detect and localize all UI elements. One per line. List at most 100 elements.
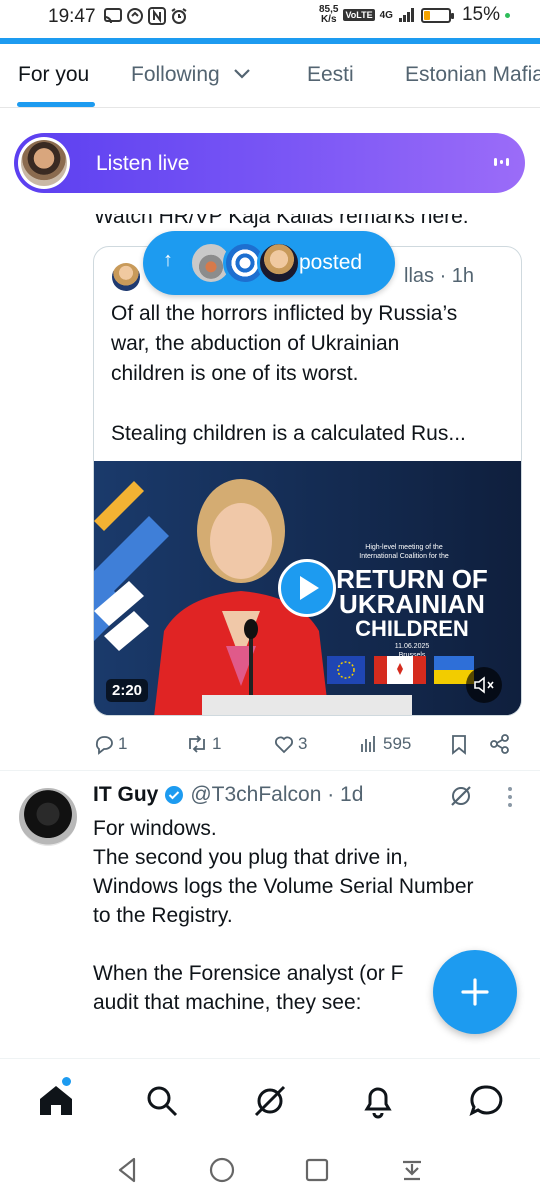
- repost-count: 1: [212, 734, 222, 753]
- back-icon[interactable]: [114, 1156, 142, 1184]
- plus-icon: [461, 978, 489, 1006]
- author-handle-time: @T3chFalcon · 1d: [190, 783, 364, 806]
- grok-icon: [254, 1085, 286, 1117]
- system-indicators: 85,5 K/s VoLTE 4G 15%: [319, 4, 510, 26]
- status-time: 19:47: [48, 6, 96, 27]
- repost-button[interactable]: 1: [185, 733, 221, 755]
- bookmark-icon: [452, 735, 466, 755]
- reply-count: 1: [118, 734, 128, 753]
- net-speed: 85,5 K/s: [319, 5, 338, 25]
- net-speed-unit: K/s: [320, 14, 337, 25]
- system-navigation: [0, 1142, 540, 1200]
- video-player[interactable]: High-level meeting of the International …: [94, 461, 521, 715]
- tab-eesti[interactable]: Eesti: [307, 63, 354, 87]
- audio-equalizer-icon: [494, 158, 509, 166]
- share-button[interactable]: [489, 733, 511, 755]
- more-options-icon[interactable]: [505, 785, 515, 809]
- privacy-dot-icon: [505, 12, 510, 18]
- listen-live-bar[interactable]: Listen live: [14, 133, 525, 193]
- chevron-down-icon: [233, 69, 250, 79]
- post-actions: 1 1 3 595: [93, 733, 523, 757]
- hide-navbar-icon[interactable]: [398, 1156, 426, 1184]
- post-header: IT Guy @T3chFalcon · 1d: [93, 783, 363, 807]
- post-divider: [0, 770, 540, 771]
- reply-button[interactable]: 1: [93, 733, 127, 755]
- quoted-handle-time: llas · 1h: [404, 265, 475, 287]
- banner-date: 11.06.2025: [395, 643, 430, 650]
- network-type: 4G: [379, 9, 393, 21]
- tab-following-label: Following: [131, 63, 220, 86]
- share-icon: [490, 734, 509, 754]
- home-icon: [40, 1086, 72, 1115]
- battery-percent: 15%: [461, 4, 500, 25]
- post-text-partial: Watch HR/VP Kaja Kallas remarks here:: [94, 205, 469, 228]
- bottom-navigation: [0, 1058, 540, 1142]
- home-circle-icon[interactable]: [208, 1156, 236, 1184]
- video-duration: 2:20: [106, 679, 149, 702]
- post-author-avatar[interactable]: [19, 788, 77, 846]
- nfc-icon: [148, 7, 166, 25]
- tab-for-you[interactable]: For you: [18, 63, 89, 87]
- quoted-text-line: Of all the horrors inflicted by Russia’s: [111, 302, 458, 325]
- volume-muted-icon: [474, 676, 494, 694]
- battery-icon: [420, 7, 454, 23]
- verified-badge-icon: [165, 786, 184, 804]
- quoted-text-line: children is one of its worst.: [111, 362, 359, 385]
- post-text-line: For windows.: [93, 817, 217, 840]
- nav-grok[interactable]: [250, 1081, 290, 1121]
- banner-title: UKRAINIAN: [339, 589, 485, 619]
- nav-home[interactable]: [36, 1077, 76, 1121]
- banner-small-text: High-level meeting of the: [365, 544, 443, 551]
- views-button[interactable]: 595: [358, 733, 411, 755]
- arrow-up-icon: ↑: [163, 249, 173, 271]
- quoted-avatar: [112, 263, 140, 291]
- active-tab-indicator: [17, 102, 95, 107]
- banner-title: CHILDREN: [355, 616, 469, 641]
- heart-icon: [275, 736, 293, 754]
- notification-icons: [100, 7, 188, 25]
- like-count: 3: [298, 734, 308, 753]
- like-button[interactable]: 3: [273, 733, 307, 755]
- new-posts-pill[interactable]: ↑ posted: [143, 231, 395, 295]
- bell-icon: [364, 1087, 392, 1119]
- timeline-tabs: For you Following Eesti Estonian Mafia: [0, 44, 540, 108]
- compose-button[interactable]: [433, 950, 517, 1034]
- tab-estonian-mafia[interactable]: Estonian Mafia: [405, 63, 540, 87]
- status-bar: 19:47 85,5 K/s VoLTE 4G 15%: [0, 0, 540, 36]
- quoted-text-line: war, the abduction of Ukrainian: [111, 332, 400, 355]
- host-avatar: [18, 137, 70, 189]
- post-text-line: Windows logs the Volume Serial Number: [93, 875, 474, 898]
- nav-messages[interactable]: [466, 1081, 506, 1121]
- search-icon: [147, 1086, 178, 1117]
- quoted-text: Of all the horrors inflicted by Russia’s…: [111, 299, 511, 449]
- signal-icon: [398, 8, 414, 22]
- mute-button[interactable]: [466, 667, 502, 703]
- author-name[interactable]: IT Guy: [93, 783, 158, 807]
- nav-search[interactable]: [142, 1081, 182, 1121]
- bookmark-button[interactable]: [448, 733, 470, 755]
- view-count: 595: [383, 734, 412, 753]
- chat-bubble-icon: [469, 1085, 503, 1116]
- views-icon: [361, 736, 375, 752]
- banner-small-text: International Coalition for the: [359, 553, 449, 560]
- sync-icon: [127, 8, 143, 24]
- posted-label: posted: [299, 251, 363, 274]
- notification-dot: [62, 1077, 71, 1086]
- poster-avatar: [257, 241, 301, 285]
- alarm-icon: [171, 8, 187, 24]
- post-text-line: The second you plug that drive in,: [93, 846, 409, 869]
- quoted-text-line: Stealing children is a calculated Rus...: [111, 422, 466, 445]
- quoted-post[interactable]: llas · 1h Of all the horrors inflicted b…: [93, 246, 522, 716]
- play-icon: [300, 576, 319, 600]
- cast-icon: [104, 8, 122, 24]
- post-text-line: to the Registry.: [93, 904, 233, 927]
- tab-following[interactable]: Following: [131, 63, 252, 87]
- play-button[interactable]: [278, 559, 336, 617]
- nav-notifications[interactable]: [358, 1081, 398, 1121]
- eu-flag-icon: [327, 656, 365, 684]
- listen-live-label: Listen live: [96, 152, 190, 175]
- reply-icon: [95, 736, 113, 755]
- volte-badge: VoLTE: [343, 9, 375, 21]
- recents-icon[interactable]: [303, 1156, 331, 1184]
- grok-icon[interactable]: [448, 783, 474, 809]
